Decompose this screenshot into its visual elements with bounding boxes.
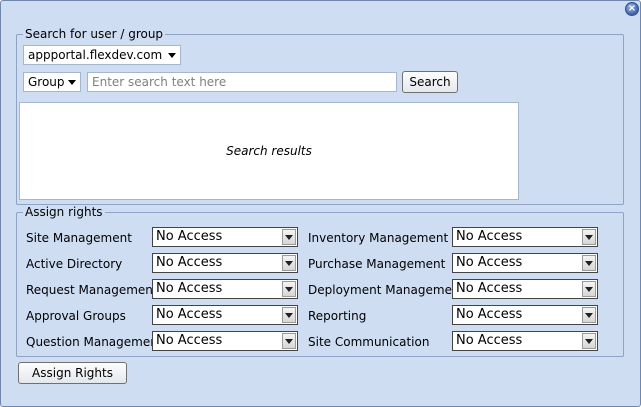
chevron-down-icon bbox=[282, 229, 296, 245]
search-results-placeholder: Search results bbox=[226, 144, 312, 158]
chevron-down-icon bbox=[282, 333, 296, 349]
request-management-value: No Access bbox=[156, 281, 223, 296]
assign-rights-dialog: × Search for user / group appportal.flex… bbox=[0, 0, 641, 407]
site-communication-value: No Access bbox=[456, 333, 523, 348]
site-communication-label: Site Communication bbox=[308, 335, 430, 349]
purchase-management-label: Purchase Management bbox=[308, 257, 446, 271]
chevron-down-icon bbox=[282, 307, 296, 323]
chevron-down-icon bbox=[582, 255, 596, 271]
deployment-management-label: Deployment Management bbox=[308, 283, 465, 297]
site-management-value: No Access bbox=[156, 229, 223, 244]
site-communication-select[interactable]: No Access bbox=[452, 331, 598, 351]
reporting-label: Reporting bbox=[308, 309, 367, 323]
request-management-select[interactable]: No Access bbox=[152, 279, 298, 299]
close-icon[interactable]: × bbox=[625, 2, 639, 16]
active-directory-value: No Access bbox=[156, 255, 223, 270]
domain-dropdown[interactable]: appportal.flexdev.com bbox=[23, 45, 181, 65]
search-legend: Search for user / group bbox=[25, 27, 164, 41]
chevron-down-icon bbox=[168, 53, 176, 58]
question-management-value: No Access bbox=[156, 333, 223, 348]
inventory-management-select[interactable]: No Access bbox=[452, 227, 598, 247]
approval-groups-value: No Access bbox=[156, 307, 223, 322]
question-management-select[interactable]: No Access bbox=[152, 331, 298, 351]
active-directory-label: Active Directory bbox=[26, 257, 123, 271]
purchase-management-value: No Access bbox=[456, 255, 523, 270]
chevron-down-icon bbox=[582, 333, 596, 349]
approval-groups-label: Approval Groups bbox=[26, 309, 126, 323]
chevron-down-icon bbox=[582, 281, 596, 297]
site-management-select[interactable]: No Access bbox=[152, 227, 298, 247]
chevron-down-icon bbox=[282, 255, 296, 271]
deployment-management-value: No Access bbox=[456, 281, 523, 296]
inventory-management-value: No Access bbox=[456, 229, 523, 244]
chevron-down-icon bbox=[68, 80, 76, 85]
chevron-down-icon bbox=[582, 307, 596, 323]
reporting-select[interactable]: No Access bbox=[452, 305, 598, 325]
deployment-management-select[interactable]: No Access bbox=[452, 279, 598, 299]
chevron-down-icon bbox=[582, 229, 596, 245]
question-management-label: Question Management bbox=[26, 335, 163, 349]
search-input[interactable] bbox=[88, 73, 396, 91]
site-management-label: Site Management bbox=[26, 231, 132, 245]
active-directory-select[interactable]: No Access bbox=[152, 253, 298, 273]
domain-value: appportal.flexdev.com bbox=[28, 48, 163, 62]
search-input-box bbox=[87, 72, 397, 92]
request-management-label: Request Management bbox=[26, 283, 158, 297]
assign-rights-legend: Assign rights bbox=[25, 205, 103, 219]
inventory-management-label: Inventory Management bbox=[308, 231, 449, 245]
approval-groups-select[interactable]: No Access bbox=[152, 305, 298, 325]
reporting-value: No Access bbox=[456, 307, 523, 322]
chevron-down-icon bbox=[282, 281, 296, 297]
search-type-dropdown[interactable]: Group bbox=[23, 72, 81, 92]
search-type-value: Group bbox=[28, 75, 65, 89]
assign-rights-button[interactable]: Assign Rights bbox=[18, 362, 127, 384]
purchase-management-select[interactable]: No Access bbox=[452, 253, 598, 273]
search-button[interactable]: Search bbox=[402, 71, 458, 93]
search-results-list[interactable]: Search results bbox=[19, 102, 519, 200]
